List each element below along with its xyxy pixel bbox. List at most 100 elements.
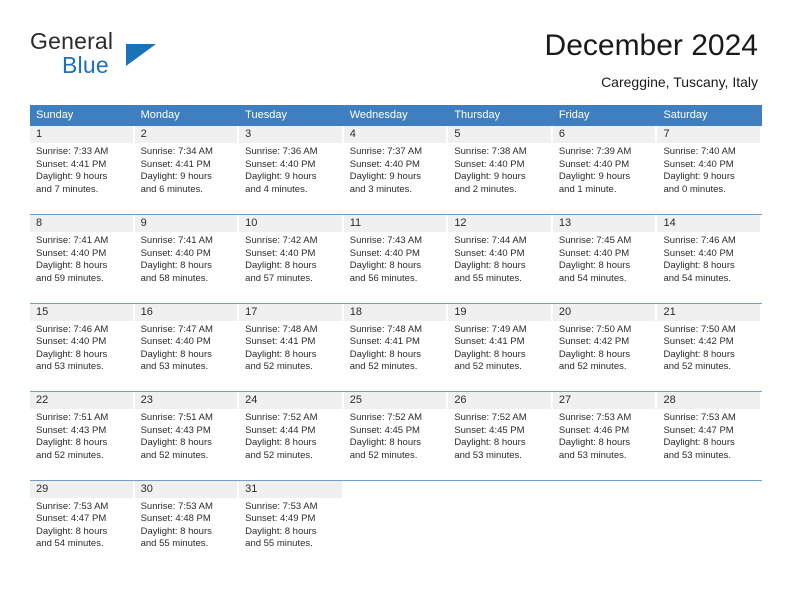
- calendar-day-cell[interactable]: 3 Sunrise: 7:36 AM Sunset: 4:40 PM Daylight…: [239, 126, 344, 215]
- calendar-day-cell[interactable]: 23 Sunrise: 7:51 AM Sunset: 4:43 PM Dayligh…: [134, 392, 240, 480]
- calendar-day-cell-empty: [657, 480, 763, 568]
- calendar-day-cell[interactable]: 15 Sunrise: 7:46 AM Sunset: 4:40 PM Dayligh…: [30, 303, 135, 392]
- day-details: Sunrise: 7:46 AM Sunset: 4:40 PM Daylight:…: [30, 321, 135, 374]
- calendar-day-cell[interactable]: 19 Sunrise: 7:49 AM Sunset: 4:41 PM Dayligh…: [448, 303, 553, 392]
- day-details: Sunrise: 7:37 AM Sunset: 4:40 PM Daylight:…: [344, 143, 449, 196]
- daylight-duration-line2: and 58 minutes.: [140, 272, 209, 284]
- day-details: Sunrise: 7:34 AM Sunset: 4:41 PM Daylight:…: [135, 143, 240, 196]
- day-details: Sunrise: 7:38 AM Sunset: 4:40 PM Daylight:…: [448, 143, 553, 196]
- weekday-header-thursday: Thursday: [454, 109, 501, 121]
- calendar-day-cell[interactable]: 11 Sunrise: 7:43 AM Sunset: 4:40 PM Dayligh…: [343, 215, 449, 303]
- calendar-day-cell[interactable]: 10 Sunrise: 7:42 AM Sunset: 4:40 PM Dayligh…: [239, 215, 344, 303]
- calendar-day-cell[interactable]: 25 Sunrise: 7:52 AM Sunset: 4:45 PM Dayligh…: [343, 392, 449, 480]
- calendar-day-cell[interactable]: 31 Sunrise: 7:53 AM Sunset: 4:49 PM Dayligh…: [239, 480, 344, 568]
- day-number: 9: [140, 217, 147, 230]
- day-number: 19: [454, 305, 467, 318]
- day-number-band: [553, 481, 656, 498]
- day-number: 14: [663, 217, 676, 230]
- day-details: Sunrise: 7:47 AM Sunset: 4:40 PM Daylight:…: [135, 321, 240, 374]
- sunset-time: Sunset: 4:41 PM: [349, 336, 420, 348]
- day-number: 3: [245, 128, 252, 140]
- day-details: Sunrise: 7:52 AM Sunset: 4:44 PM Daylight:…: [239, 409, 344, 462]
- calendar-day-cell[interactable]: 29 Sunrise: 7:53 AM Sunset: 4:47 PM Dayligh…: [30, 480, 135, 568]
- day-number-band: 1: [30, 126, 133, 143]
- sunset-time: Sunset: 4:47 PM: [36, 513, 107, 525]
- calendar-week-row: 29 Sunrise: 7:53 AM Sunset: 4:47 PM Dayligh…: [30, 479, 763, 568]
- weekday-header-monday: Monday: [140, 109, 180, 121]
- calendar-day-cell[interactable]: 16 Sunrise: 7:47 AM Sunset: 4:40 PM Dayligh…: [134, 303, 240, 392]
- sunrise-time: Sunrise: 7:45 AM: [558, 235, 632, 247]
- calendar-day-cell[interactable]: 30 Sunrise: 7:53 AM Sunset: 4:48 PM Dayligh…: [134, 480, 240, 568]
- daylight-duration-line2: and 52 minutes.: [349, 361, 418, 373]
- sunrise-time: Sunrise: 7:50 AM: [558, 323, 632, 335]
- day-number-band: 26: [448, 392, 551, 410]
- day-details: Sunrise: 7:52 AM Sunset: 4:45 PM Daylight:…: [448, 409, 553, 462]
- calendar-day-cell[interactable]: 5 Sunrise: 7:38 AM Sunset: 4:40 PM Daylight…: [448, 126, 553, 215]
- calendar-day-cell[interactable]: 21 Sunrise: 7:50 AM Sunset: 4:42 PM Dayligh…: [657, 303, 763, 392]
- sunset-time: Sunset: 4:40 PM: [454, 158, 525, 170]
- daylight-duration-line1: Daylight: 8 hours: [140, 437, 212, 449]
- day-number: 12: [454, 217, 467, 230]
- calendar-day-cell[interactable]: 28 Sunrise: 7:53 AM Sunset: 4:47 PM Dayligh…: [657, 392, 763, 480]
- daylight-duration-line2: and 54 minutes.: [663, 272, 732, 284]
- brand-logo[interactable]: General Blue: [30, 28, 170, 84]
- sunrise-time: Sunrise: 7:34 AM: [140, 146, 213, 157]
- daylight-duration-line2: and 0 minutes.: [663, 183, 726, 195]
- weekday-header-friday: Friday: [558, 109, 590, 121]
- daylight-duration-line2: and 55 minutes.: [454, 272, 522, 284]
- day-number-band: 9: [134, 215, 238, 233]
- calendar-day-cell[interactable]: 27 Sunrise: 7:53 AM Sunset: 4:46 PM Dayligh…: [552, 392, 658, 480]
- calendar-day-cell[interactable]: 1 Sunrise: 7:33 AM Sunset: 4:41 PM Daylight…: [30, 126, 135, 215]
- calendar-week-row: 1 Sunrise: 7:33 AM Sunset: 4:41 PM Daylight…: [30, 126, 763, 215]
- title-block: December 2024 Careggine, Tuscany, Italy: [545, 28, 758, 92]
- calendar-day-cell[interactable]: 12 Sunrise: 7:44 AM Sunset: 4:40 PM Dayligh…: [448, 215, 553, 303]
- day-number: 10: [245, 217, 258, 230]
- day-details: Sunrise: 7:36 AM Sunset: 4:40 PM Daylight:…: [239, 143, 344, 196]
- calendar-day-cell-empty: [343, 480, 449, 568]
- calendar-page: General Blue December 2024 Careggine, Tu…: [0, 0, 792, 612]
- calendar-day-cell[interactable]: 8 Sunrise: 7:41 AM Sunset: 4:40 PM Daylight…: [30, 215, 135, 303]
- calendar-day-cell[interactable]: 13 Sunrise: 7:45 AM Sunset: 4:40 PM Dayligh…: [552, 215, 658, 303]
- sunrise-time: Sunrise: 7:36 AM: [245, 146, 318, 157]
- sunset-time: Sunset: 4:40 PM: [558, 247, 630, 259]
- day-details: Sunrise: 7:53 AM Sunset: 4:49 PM Daylight:…: [239, 498, 344, 551]
- day-number: 29: [36, 482, 49, 495]
- day-details: Sunrise: 7:41 AM Sunset: 4:40 PM Daylight:…: [135, 232, 240, 285]
- day-number: 23: [140, 394, 153, 407]
- daylight-duration-line1: Daylight: 8 hours: [245, 260, 317, 272]
- calendar-day-cell[interactable]: 14 Sunrise: 7:46 AM Sunset: 4:40 PM Dayligh…: [657, 215, 763, 303]
- calendar-day-cell[interactable]: 4 Sunrise: 7:37 AM Sunset: 4:40 PM Daylight…: [343, 126, 449, 215]
- calendar-day-cell[interactable]: 20 Sunrise: 7:50 AM Sunset: 4:42 PM Dayligh…: [552, 303, 658, 392]
- sunset-time: Sunset: 4:48 PM: [140, 513, 211, 525]
- daylight-duration-line1: Daylight: 8 hours: [349, 260, 422, 272]
- calendar-day-cell[interactable]: 7 Sunrise: 7:40 AM Sunset: 4:40 PM Daylight…: [657, 126, 763, 215]
- calendar-day-cell[interactable]: 9 Sunrise: 7:41 AM Sunset: 4:40 PM Daylight…: [134, 215, 240, 303]
- calendar-day-cell[interactable]: 6 Sunrise: 7:39 AM Sunset: 4:40 PM Daylight…: [552, 126, 658, 215]
- day-number-band: 25: [343, 392, 447, 410]
- calendar-day-cell[interactable]: 24 Sunrise: 7:52 AM Sunset: 4:44 PM Dayligh…: [239, 392, 344, 480]
- day-number: 1: [36, 128, 43, 140]
- sunrise-time: Sunrise: 7:52 AM: [349, 412, 423, 424]
- calendar-day-cell[interactable]: 17 Sunrise: 7:48 AM Sunset: 4:41 PM Dayligh…: [239, 303, 344, 392]
- sunset-time: Sunset: 4:46 PM: [558, 424, 630, 436]
- day-details: Sunrise: 7:41 AM Sunset: 4:40 PM Daylight:…: [30, 232, 135, 285]
- sunset-time: Sunset: 4:43 PM: [36, 424, 107, 436]
- calendar-day-cell[interactable]: 2 Sunrise: 7:34 AM Sunset: 4:41 PM Daylight…: [134, 126, 240, 215]
- day-number: 6: [558, 128, 566, 140]
- daylight-duration-line1: Daylight: 8 hours: [36, 260, 108, 272]
- sunset-time: Sunset: 4:43 PM: [140, 424, 211, 436]
- daylight-duration-line1: Daylight: 8 hours: [558, 437, 631, 449]
- calendar-grid: Sunday Monday Tuesday Wednesday Thursday…: [30, 105, 763, 568]
- day-number: 24: [245, 394, 258, 407]
- brand-triangle-icon: [126, 44, 156, 66]
- calendar-day-cell[interactable]: 18 Sunrise: 7:48 AM Sunset: 4:41 PM Dayligh…: [343, 303, 449, 392]
- calendar-day-cell[interactable]: 26 Sunrise: 7:52 AM Sunset: 4:45 PM Dayligh…: [448, 392, 553, 480]
- day-details: Sunrise: 7:40 AM Sunset: 4:40 PM Daylight:…: [657, 143, 762, 196]
- sunset-time: Sunset: 4:40 PM: [558, 158, 630, 170]
- sunrise-time: Sunrise: 7:41 AM: [36, 235, 109, 247]
- calendar-day-cell[interactable]: 22 Sunrise: 7:51 AM Sunset: 4:43 PM Dayligh…: [30, 392, 135, 480]
- sunrise-time: Sunrise: 7:47 AM: [140, 323, 213, 335]
- brand-logo-text-general: General: [30, 28, 114, 54]
- day-number-band: 8: [30, 215, 133, 233]
- sunrise-time: Sunrise: 7:53 AM: [140, 500, 213, 512]
